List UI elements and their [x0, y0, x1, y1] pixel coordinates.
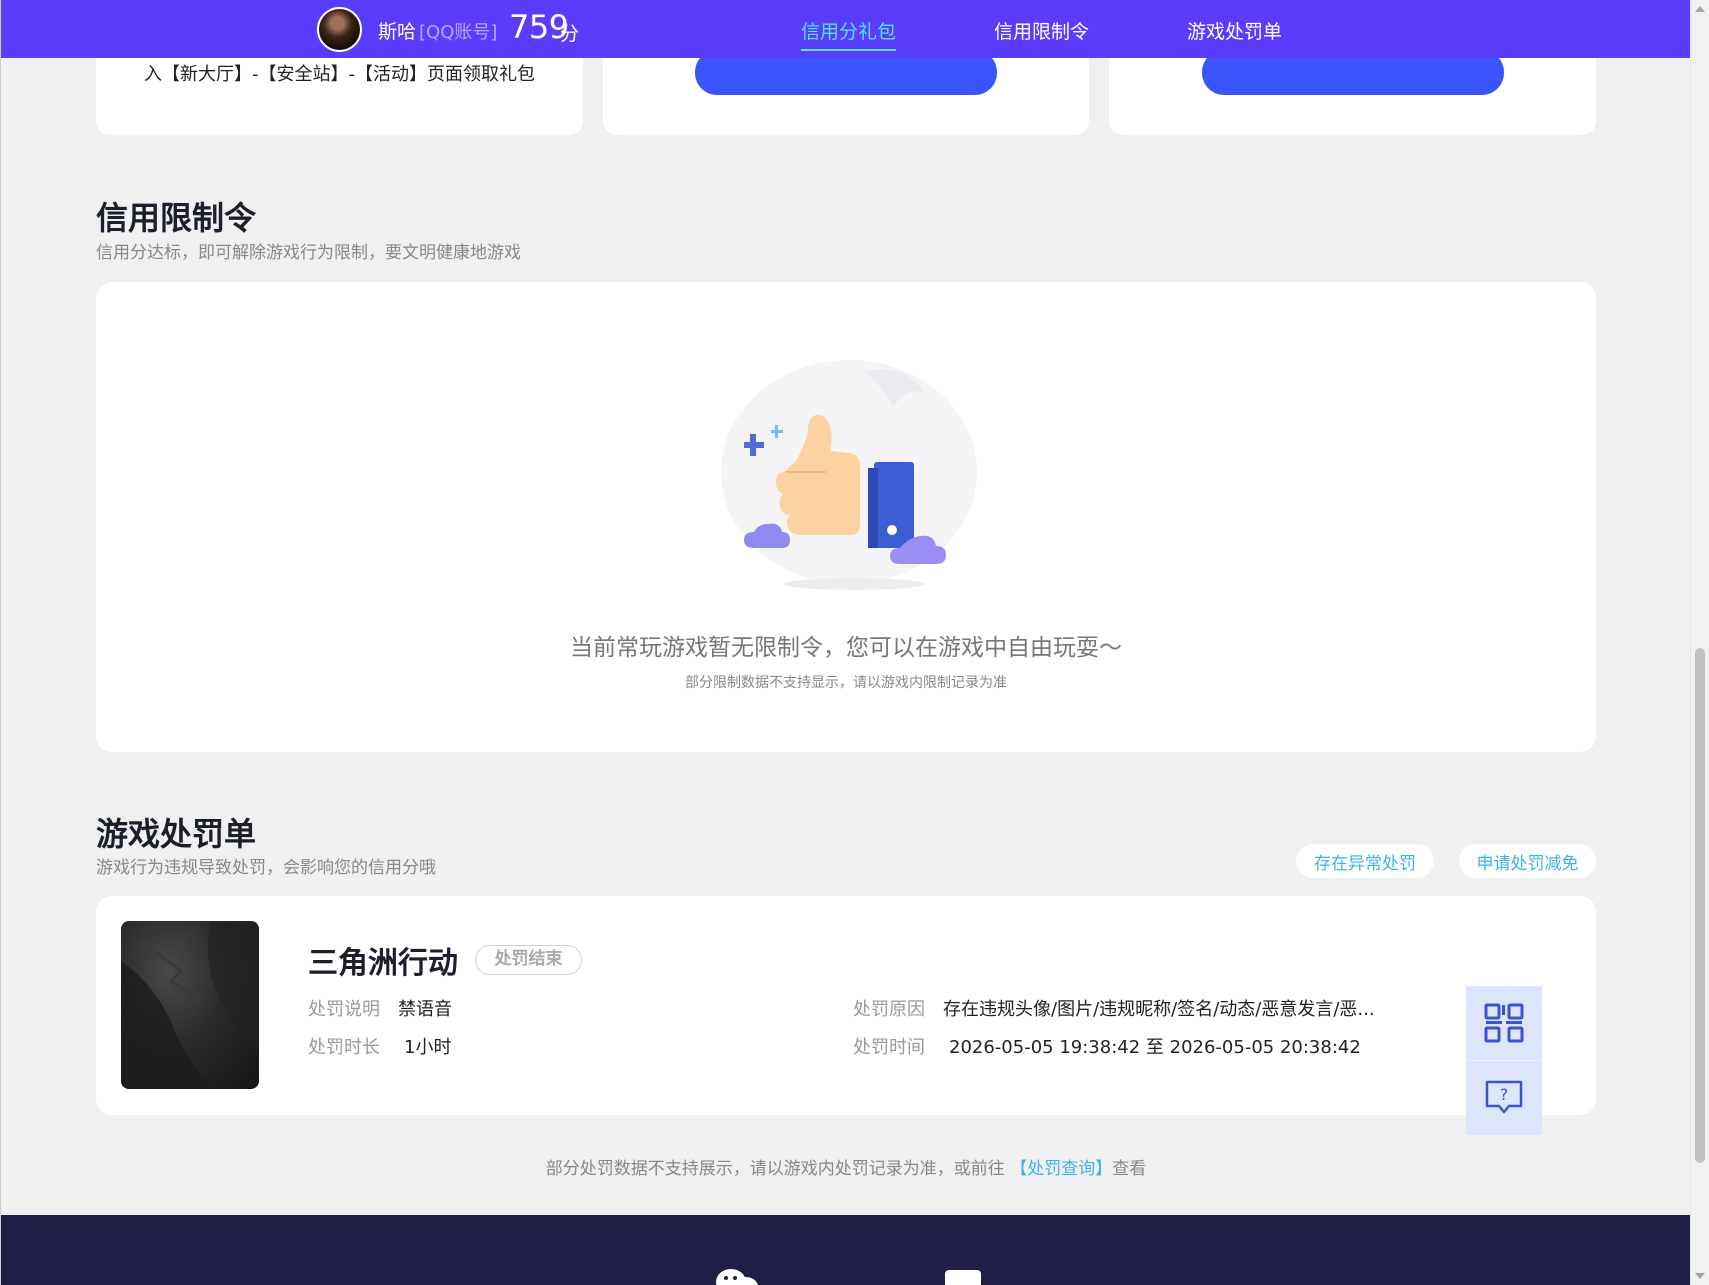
- penalty-record-card[interactable]: 三角洲行动 处罚结束 处罚说明 禁语音 处罚时长 1小时 处罚原因 存在违规头像…: [96, 896, 1596, 1115]
- tab-game-penalty[interactable]: 游戏处罚单: [1187, 17, 1282, 44]
- tab-credit-gift[interactable]: 信用分礼包: [801, 17, 897, 51]
- top-nav: 斯哈 [QQ账号] 759 分 信用分礼包 信用限制令 游戏处罚单: [1, 0, 1690, 58]
- limit-empty-card: 当前常玩游戏暂无限制令，您可以在游戏中自由玩耍～ 部分限制数据不支持显示，请以游…: [96, 282, 1596, 752]
- scroll-up-arrow[interactable]: [1695, 6, 1705, 12]
- app-icon[interactable]: [945, 1270, 981, 1285]
- penalty-query-link[interactable]: 【处罚查询】: [1010, 1159, 1112, 1179]
- abnormal-penalty-button[interactable]: 存在异常处罚: [1296, 844, 1434, 878]
- footnote-suffix: 查看: [1112, 1159, 1147, 1179]
- penalty-duration-value: 1小时: [404, 1037, 452, 1058]
- gift-instruction: 入【新大厅】-【安全站】-【活动】页面领取礼包: [144, 64, 535, 85]
- credit-score-unit: 分: [560, 23, 580, 45]
- tab-credit-limit[interactable]: 信用限制令: [994, 17, 1089, 44]
- scroll-down-arrow[interactable]: [1695, 1273, 1705, 1279]
- scrollbar-thumb[interactable]: [1695, 648, 1705, 1163]
- penalty-section-subtitle: 游戏行为违规导致处罚，会影响您的信用分哦: [96, 858, 436, 878]
- penalty-time-value: 2026-05-05 19:38:42 至 2026-05-05 20:38:4…: [949, 1037, 1361, 1058]
- avatar[interactable]: [317, 7, 362, 52]
- status-badge: 处罚结束: [475, 945, 582, 975]
- help-chat-icon[interactable]: ?: [1466, 1060, 1542, 1134]
- limit-section-subtitle: 信用分达标，即可解除游戏行为限制，要文明健康地游戏: [96, 243, 521, 263]
- game-name: 三角洲行动: [308, 946, 458, 981]
- empty-state-note: 部分限制数据不支持显示，请以游戏内限制记录为准: [685, 675, 1007, 691]
- penalty-reduction-button[interactable]: 申请处罚减免: [1459, 844, 1596, 878]
- penalty-section-title: 游戏处罚单: [96, 815, 257, 853]
- penalty-footnote: 部分处罚数据不支持展示，请以游戏内处罚记录为准，或前往 【处罚查询】查看: [1, 1154, 1690, 1179]
- thumbs-up-illustration: [721, 360, 977, 590]
- penalty-duration-label: 处罚时长: [308, 1037, 380, 1058]
- game-cover-image: [121, 921, 259, 1089]
- svg-text:?: ?: [1500, 1085, 1509, 1104]
- penalty-time-label: 处罚时间: [853, 1037, 925, 1058]
- vertical-scrollbar[interactable]: [1690, 0, 1709, 1285]
- footnote-text: 部分处罚数据不支持展示，请以游戏内处罚记录为准，或前往: [545, 1159, 1005, 1179]
- page-viewport: 斯哈 [QQ账号] 759 分 信用分礼包 信用限制令 游戏处罚单 入【新大厅】…: [0, 0, 1690, 1285]
- qr-code-icon[interactable]: [1466, 986, 1542, 1060]
- penalty-reason-value: 存在违规头像/图片/违规昵称/签名/动态/恶意发言/恶...: [943, 999, 1375, 1020]
- empty-state-message: 当前常玩游戏暂无限制令，您可以在游戏中自由玩耍～: [570, 635, 1122, 661]
- penalty-desc-value: 禁语音: [398, 999, 452, 1020]
- account-type: [QQ账号]: [419, 22, 498, 43]
- floating-toolbar: ?: [1466, 986, 1542, 1135]
- penalty-reason-label: 处罚原因: [853, 999, 925, 1020]
- page-footer: [1, 1215, 1690, 1285]
- limit-section-title: 信用限制令: [96, 199, 257, 237]
- wechat-icon[interactable]: [714, 1267, 760, 1285]
- username: 斯哈: [378, 21, 417, 43]
- penalty-desc-label: 处罚说明: [308, 999, 380, 1020]
